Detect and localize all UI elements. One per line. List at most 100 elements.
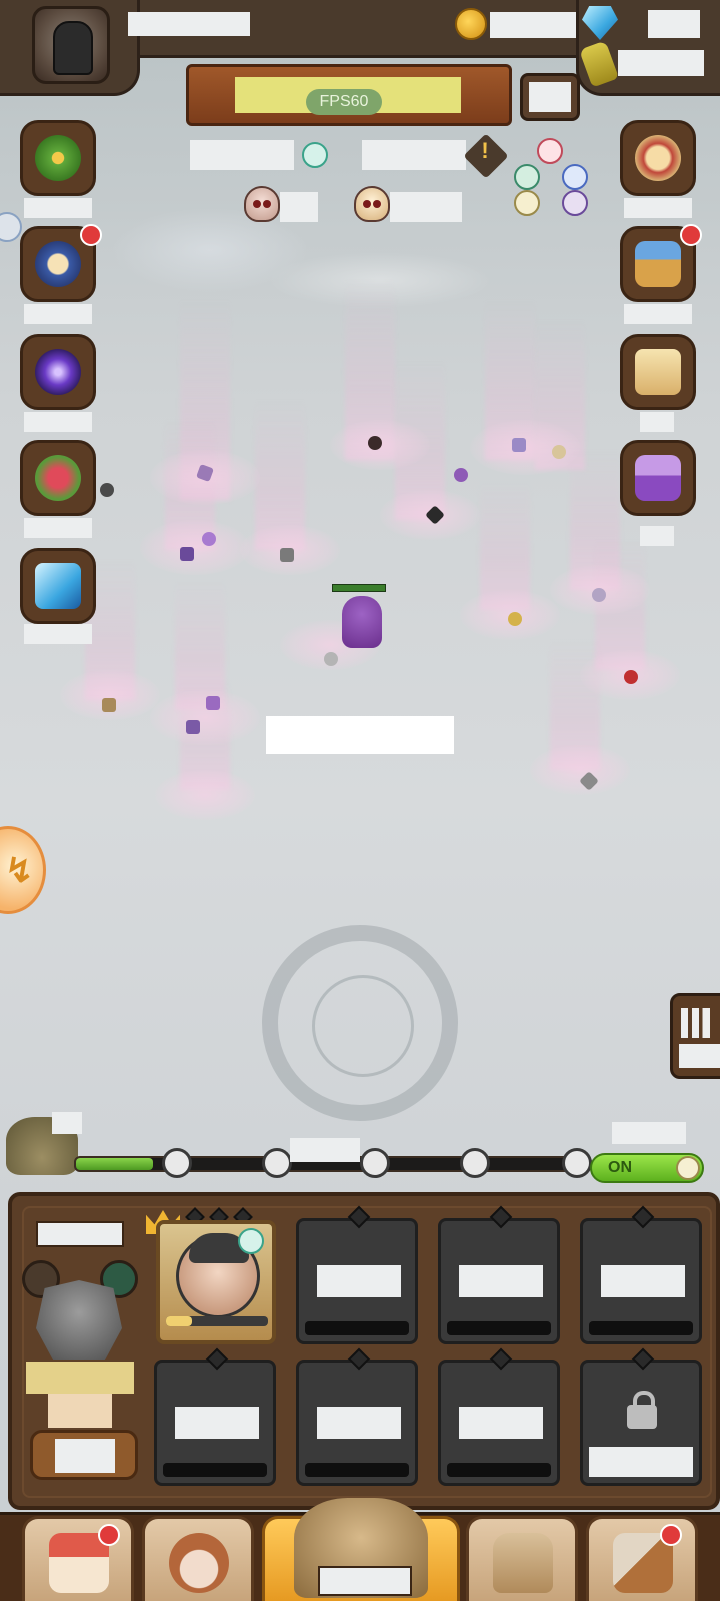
hero-slot-2[interactable] [296, 1205, 418, 1344]
milestone-key-icon [162, 1148, 192, 1178]
quest-scroll-icon [635, 135, 681, 181]
drop-glow [530, 745, 630, 795]
slot-name-redacted [317, 1407, 401, 1439]
loot-drop[interactable] [508, 612, 522, 626]
slot-bar [447, 1321, 551, 1335]
hero-xp-fill [166, 1316, 192, 1326]
milestone-key-icon [360, 1148, 390, 1178]
clover-button[interactable] [20, 120, 96, 196]
hero-slot-4[interactable] [580, 1205, 702, 1344]
damage-stats-button[interactable] [670, 993, 720, 1079]
hero-slot-7[interactable] [438, 1347, 560, 1486]
loot-drop[interactable] [624, 670, 638, 684]
hero-slot-locked[interactable] [580, 1347, 702, 1486]
event-scroll-icon [35, 241, 81, 287]
treasure-chest-icon [635, 241, 681, 287]
wind-element-icon[interactable] [514, 164, 540, 190]
portal-label-redacted [24, 412, 92, 432]
hero-sprite [342, 596, 382, 648]
bar-chart-icon [681, 1008, 717, 1038]
quest-label-redacted [624, 198, 692, 218]
stats-label-redacted [679, 1044, 720, 1068]
nav-hero[interactable] [142, 1516, 254, 1601]
drop-glow [155, 770, 255, 820]
player-name-redacted [128, 12, 250, 36]
class-emblem-icon [36, 1280, 122, 1360]
class-name-redacted [26, 1362, 134, 1394]
stage-progress-fill [76, 1158, 154, 1170]
loot-drop[interactable] [206, 696, 220, 710]
nav-forge[interactable] [586, 1516, 698, 1601]
slot-name-redacted [175, 1407, 259, 1439]
notification-badge [80, 224, 102, 246]
boss-skull-icon [354, 186, 390, 222]
water-element-icon[interactable] [562, 164, 588, 190]
pause-button[interactable] [520, 73, 580, 121]
slot-bar [447, 1463, 551, 1477]
crystal-button[interactable] [20, 548, 96, 624]
loot-drop[interactable] [368, 436, 382, 450]
slot-bar [305, 1463, 409, 1477]
milestone-key-icon [562, 1148, 592, 1178]
slot-name-redacted [459, 1407, 543, 1439]
wind-element-icon [238, 1228, 264, 1254]
redacted-text [266, 716, 454, 754]
bouquet-label-redacted [24, 518, 92, 538]
loot-drop[interactable] [592, 588, 606, 602]
clover-label-redacted [24, 198, 92, 218]
slot-bar [163, 1463, 267, 1477]
chest-label-redacted [624, 304, 692, 324]
hero-health-bar [332, 584, 386, 592]
checklist-board-icon [635, 349, 681, 395]
fire-element-icon[interactable] [537, 138, 563, 164]
clover-icon [35, 135, 81, 181]
adventure-label-redacted [318, 1566, 412, 1596]
loot-drop[interactable] [180, 547, 194, 561]
mission-button[interactable] [620, 334, 696, 410]
slot-name-redacted [459, 1265, 543, 1297]
crystal-gem-icon [35, 563, 81, 609]
progress-label-redacted [290, 1138, 360, 1162]
loot-drop[interactable] [512, 438, 526, 452]
team-action-button[interactable] [30, 1430, 138, 1480]
slot-bar [589, 1321, 693, 1335]
purple-chest-button[interactable] [620, 440, 696, 516]
lock-icon [627, 1391, 657, 1429]
hero-slot-5[interactable] [154, 1347, 276, 1486]
hero-slot-6[interactable] [296, 1347, 418, 1486]
auto-toggle-label: ON [608, 1159, 632, 1176]
auto-toggle[interactable]: ON [590, 1153, 704, 1183]
player-hero [332, 584, 386, 652]
loot-drop[interactable] [324, 652, 338, 666]
loot-drop[interactable] [454, 468, 468, 482]
class-level-redacted [48, 1394, 112, 1428]
vortex-portal-icon [35, 349, 81, 395]
hero-icon [169, 1533, 229, 1593]
dark-element-icon[interactable] [562, 190, 588, 216]
purple-chest-icon [635, 455, 681, 501]
gold-amount-redacted [490, 12, 576, 38]
loot-drop[interactable] [186, 720, 200, 734]
hero-slot-1[interactable] [156, 1220, 276, 1344]
loot-drop[interactable] [280, 548, 294, 562]
unlock-condition-redacted [589, 1447, 693, 1477]
loot-drop[interactable] [552, 445, 566, 459]
loot-drop[interactable] [100, 483, 114, 497]
virtual-joystick[interactable] [262, 925, 458, 1121]
quest-button[interactable] [620, 120, 696, 196]
auto-label-redacted [612, 1122, 686, 1144]
bouquet-button[interactable] [20, 440, 96, 516]
slot-bar [305, 1321, 409, 1335]
portal-button[interactable] [20, 334, 96, 410]
knight-helmet-avatar-icon[interactable] [32, 6, 110, 84]
notification-badge [660, 1524, 682, 1546]
rose-bouquet-icon [35, 455, 81, 501]
chest-label-redacted [52, 1112, 82, 1134]
light-element-icon[interactable] [514, 190, 540, 216]
loot-drop[interactable] [202, 532, 216, 546]
loot-drop[interactable] [102, 698, 116, 712]
drop-glow [140, 520, 250, 575]
nav-inventory[interactable] [466, 1516, 578, 1601]
hero-slot-3[interactable] [438, 1205, 560, 1344]
hero-xp-bar [166, 1316, 268, 1326]
